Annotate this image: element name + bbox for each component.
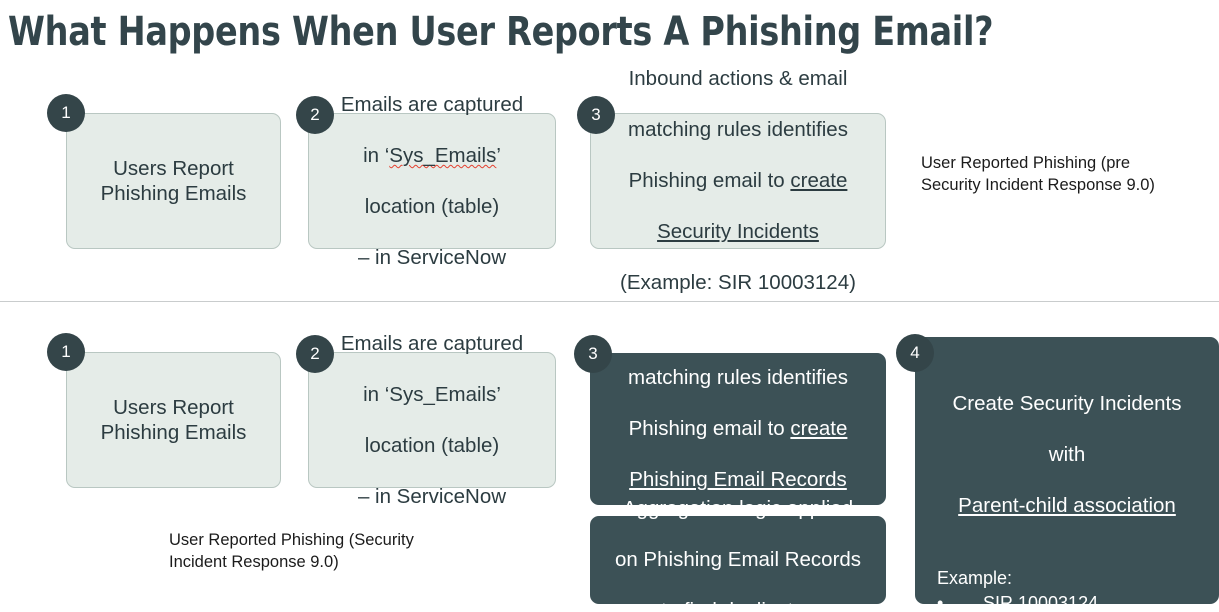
- row2-step2-line1: Emails are captured: [340, 331, 524, 355]
- example-label: Example:: [937, 567, 1013, 588]
- aggregation-line3-pre: to: [661, 599, 684, 612]
- row2-step4-head-line1: Create Security Incidents: [952, 391, 1182, 415]
- row1-step3-link-security-incidents[interactable]: Security Incidents: [657, 220, 819, 243]
- row1-step3-badge: 3: [577, 96, 615, 134]
- row2-step4-head-line3: Parent-child association: [923, 493, 1211, 519]
- example-parent-row: • SIR 10003124: [937, 591, 1211, 612]
- aggregation-box[interactable]: Aggregation logic applied on Phishing Em…: [590, 497, 886, 612]
- row1-step3-line1: Inbound actions & email: [628, 67, 848, 91]
- row1-caption: User Reported Phishing (pre Security Inc…: [921, 154, 1155, 194]
- row2-step3-link-create[interactable]: create: [790, 417, 847, 440]
- row1-step1-box[interactable]: Users Report Phishing Emails: [66, 113, 281, 249]
- row2-step3-line1: Inbound actions & email: [628, 315, 848, 339]
- row1-step2-line4: – in ServiceNow: [357, 245, 507, 269]
- row2-step2-box[interactable]: Emails are captured in ‘Sys_Emails’ loca…: [308, 332, 556, 508]
- aggregation-line3: to find duplicates: [615, 598, 861, 612]
- row2-step1-box[interactable]: Users Report Phishing Emails: [66, 352, 281, 488]
- row1-step2-line2: in ‘Sys_Emails’: [341, 143, 523, 169]
- row1-step1-badge: 1: [47, 94, 85, 132]
- aggregation-line1: Aggregation logic applied: [622, 497, 854, 521]
- row1-step2-text: Emails are captured in ‘Sys_Emails’ loca…: [331, 66, 533, 296]
- row2-caption: User Reported Phishing (Security Inciden…: [169, 531, 414, 571]
- row2-step1-badge: 1: [47, 333, 85, 371]
- row1-step3-line3: Phishing email to create: [620, 168, 856, 194]
- aggregation-link-find-duplicates[interactable]: find duplicates: [684, 599, 815, 612]
- row2-step2-line3: location (table): [364, 433, 500, 457]
- row1-step3-text: Inbound actions & email matching rules i…: [610, 41, 866, 322]
- page-title: What Happens When User Reports A Phishin…: [8, 9, 994, 55]
- row2-step3-line3: Phishing email to create: [613, 416, 863, 442]
- row1-step2-line1: Emails are captured: [340, 92, 524, 116]
- row1-step3-line4: Security Incidents: [620, 219, 856, 245]
- row2-step4-link-parent-child-association[interactable]: Parent-child association: [958, 494, 1176, 517]
- row2-step1-text: Users Report Phishing Emails: [100, 395, 247, 445]
- aggregation-text: Aggregation logic applied on Phishing Em…: [605, 471, 871, 612]
- row1-step3-box[interactable]: Inbound actions & email matching rules i…: [590, 67, 886, 294]
- row2-step4-heading: Create Security Incidents with Parent-ch…: [923, 365, 1211, 544]
- row2-step2-text: Emails are captured in ‘Sys_Emails’ loca…: [331, 305, 533, 535]
- row2-step2-badge: 2: [296, 335, 334, 373]
- aggregation-line2: on Phishing Email Records: [614, 548, 862, 572]
- row1-step2-line3: location (table): [364, 194, 500, 218]
- row2-step3-line2: matching rules identifies: [628, 366, 848, 390]
- bullet-icon: •: [937, 592, 944, 612]
- row2-step3-badge: 3: [574, 335, 612, 373]
- slide-canvas: What Happens When User Reports A Phishin…: [0, 0, 1219, 612]
- row2-step4-head-line2: with: [1048, 442, 1086, 466]
- row1-step2-line2-pre: in ‘: [363, 143, 390, 167]
- row1-step2-badge: 2: [296, 96, 334, 134]
- row1-step3-link-create[interactable]: create: [790, 169, 847, 192]
- row2-step2-line4: – in ServiceNow: [357, 484, 507, 508]
- example-parent-label: SIR 10003124: [983, 592, 1099, 612]
- row2-step4-content: Create Security Incidents with Parent-ch…: [915, 337, 1219, 612]
- row1-step3-line3-pre: Phishing email to: [628, 169, 791, 193]
- row1-step2-line2-post: ’: [496, 143, 501, 167]
- row1-step1-text: Users Report Phishing Emails: [100, 156, 247, 206]
- row2-step4-badge: 4: [896, 334, 934, 372]
- row2-step3-line3-pre: Phishing email to: [628, 417, 791, 441]
- row1-step3-line2: matching rules identifies: [628, 118, 848, 142]
- row2-step2-line2: in ‘Sys_Emails’: [363, 382, 501, 406]
- row1-step2-line2-spellchecked: Sys_Emails: [389, 143, 497, 167]
- row1-step2-box[interactable]: Emails are captured in ‘Sys_Emails’ loca…: [308, 93, 556, 269]
